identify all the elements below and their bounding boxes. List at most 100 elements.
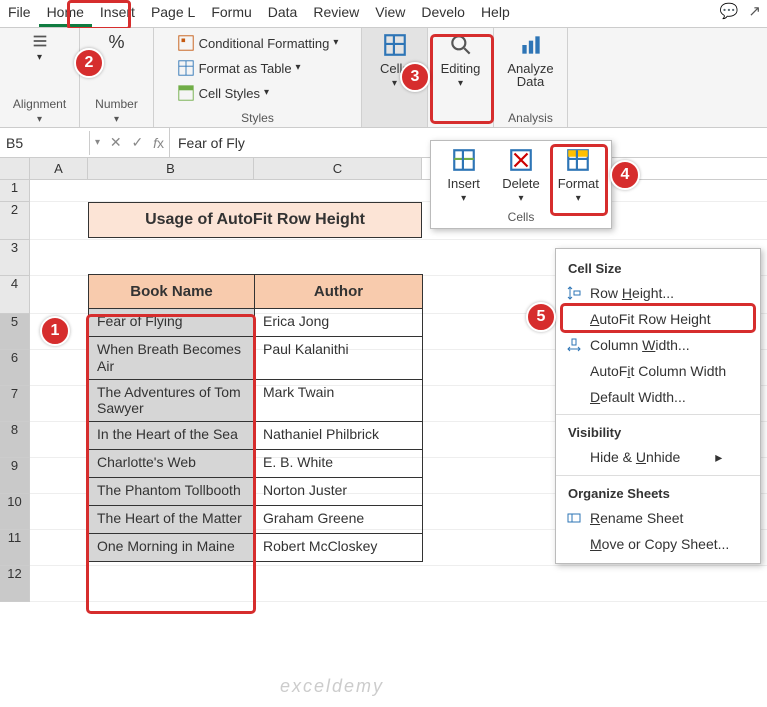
fat-icon <box>177 59 195 77</box>
percent-icon[interactable]: % <box>108 32 124 53</box>
table-title: Usage of AutoFit Row Height <box>88 202 422 238</box>
formula-bar: B5 ▾ ✕ ✓ fx Fear of Fly <box>0 128 767 158</box>
tab-file[interactable]: File <box>0 0 39 27</box>
header-book: Book Name <box>89 275 255 309</box>
cell-book[interactable]: The Phantom Tollbooth <box>89 478 255 506</box>
menu-hide-unhide[interactable]: Hide & Unhide ▸ <box>556 444 760 471</box>
cell-book[interactable]: In the Heart of the Sea <box>89 422 255 450</box>
find-icon <box>448 32 474 58</box>
share-icon[interactable]: ↗ <box>748 2 761 20</box>
delete-icon <box>508 147 534 173</box>
menu-move-copy[interactable]: Move or Copy Sheet... <box>556 531 760 557</box>
row-12[interactable]: 12 <box>0 566 30 602</box>
menu-rename-sheet[interactable]: Rename Sheet <box>556 505 760 531</box>
cs-icon <box>177 84 195 102</box>
cells-dropdown-panel: Insert▾ Delete▾ Format▾ Cells <box>430 140 612 229</box>
cell-book[interactable]: One Morning in Maine <box>89 534 255 562</box>
row-7[interactable]: 7 <box>0 386 30 422</box>
col-B[interactable]: B <box>88 158 254 179</box>
callout-4: 4 <box>610 160 640 190</box>
watermark: exceldemy <box>280 676 384 697</box>
analyze-icon <box>518 32 544 58</box>
cell-book[interactable]: The Adventures of Tom Sawyer <box>89 379 255 422</box>
row-10[interactable]: 10 <box>0 494 30 530</box>
menu-autofit-row-height[interactable]: AutoFit Row Height <box>556 306 760 332</box>
delete-cells-button[interactable]: Delete▾ <box>493 147 549 204</box>
conditional-formatting-button[interactable]: Conditional Formatting ▾ <box>173 32 343 54</box>
row-4[interactable]: 4 <box>0 276 30 314</box>
menu-default-width[interactable]: Default Width... <box>556 384 760 410</box>
insert-cells-button[interactable]: Insert▾ <box>436 147 492 204</box>
cancel-icon[interactable]: ✕ <box>110 134 122 151</box>
format-as-table-button[interactable]: Format as Table ▾ <box>173 57 343 79</box>
name-box[interactable]: B5 <box>0 131 90 155</box>
menu-autofit-column-width[interactable]: AutoFit Column Width <box>556 358 760 384</box>
tab-pagelayout[interactable]: Page L <box>143 0 203 27</box>
comments-icon[interactable]: 💬 <box>720 2 739 20</box>
analyze-data-button[interactable]: Analyze Data <box>502 32 560 88</box>
format-menu: Cell Size Row Height... AutoFit Row Heig… <box>555 248 761 564</box>
menu-row-height[interactable]: Row Height... <box>556 280 760 306</box>
callout-2: 2 <box>74 48 104 78</box>
row-6[interactable]: 6 <box>0 350 30 386</box>
cell-author[interactable]: Norton Juster <box>255 478 423 506</box>
group-styles-label: Styles <box>241 111 274 125</box>
cell-author[interactable]: E. B. White <box>255 450 423 478</box>
select-all-corner[interactable] <box>0 158 30 179</box>
menu-column-width[interactable]: Column Width... <box>556 332 760 358</box>
tab-home[interactable]: Home <box>39 0 92 27</box>
data-table: Book Name Author Fear of FlyingErica Jon… <box>88 274 423 562</box>
tab-formulas[interactable]: Formu <box>203 0 259 27</box>
row-9[interactable]: 9 <box>0 458 30 494</box>
callout-3: 3 <box>400 62 430 92</box>
formula-input[interactable]: Fear of Fly <box>170 131 253 155</box>
align-icon[interactable] <box>31 32 49 50</box>
tab-data[interactable]: Data <box>260 0 306 27</box>
ribbon-tabs: File Home Insert Page L Formu Data Revie… <box>0 0 767 28</box>
enter-icon[interactable]: ✓ <box>131 134 143 151</box>
row-height-icon <box>566 285 582 301</box>
editing-button[interactable]: Editing ▾ <box>432 32 490 89</box>
cell-author[interactable]: Erica Jong <box>255 309 423 337</box>
group-alignment-label: Alignment▾ <box>13 97 66 125</box>
col-width-icon <box>566 337 582 353</box>
row-5[interactable]: 5 <box>0 314 30 350</box>
cell-book[interactable]: The Heart of the Matter <box>89 506 255 534</box>
tab-insert[interactable]: Insert <box>92 0 143 27</box>
cells-panel-label: Cells <box>431 206 611 228</box>
tab-review[interactable]: Review <box>305 0 367 27</box>
format-icon <box>565 147 591 173</box>
callout-1: 1 <box>40 316 70 346</box>
cell-styles-button[interactable]: Cell Styles ▾ <box>173 82 343 104</box>
group-analysis-label: Analysis <box>508 111 553 125</box>
fx-icon[interactable]: fx <box>153 135 164 151</box>
cell-book[interactable]: Charlotte's Web <box>89 450 255 478</box>
cell-book[interactable]: When Breath Becomes Air <box>89 337 255 380</box>
row-3[interactable]: 3 <box>0 240 30 276</box>
tab-view[interactable]: View <box>367 0 413 27</box>
cell-author[interactable]: Nathaniel Philbrick <box>255 422 423 450</box>
row-2[interactable]: 2 <box>0 202 30 240</box>
group-number-label: Number▾ <box>95 97 138 125</box>
cell-author[interactable]: Robert McCloskey <box>255 534 423 562</box>
row-1[interactable]: 1 <box>0 180 30 202</box>
col-A[interactable]: A <box>30 158 88 179</box>
dropdown-icon[interactable]: ▾ <box>95 138 100 148</box>
cell-author[interactable]: Graham Greene <box>255 506 423 534</box>
row-11[interactable]: 11 <box>0 530 30 566</box>
format-cells-button[interactable]: Format▾ <box>550 147 606 204</box>
rename-icon <box>566 510 582 526</box>
tab-help[interactable]: Help <box>473 0 518 27</box>
menu-head-visibility: Visibility <box>556 419 760 444</box>
cf-icon <box>177 34 195 52</box>
col-C[interactable]: C <box>254 158 422 179</box>
menu-head-organize: Organize Sheets <box>556 480 760 505</box>
insert-icon <box>451 147 477 173</box>
cell-author[interactable]: Paul Kalanithi <box>255 337 423 380</box>
row-8[interactable]: 8 <box>0 422 30 458</box>
cell-book[interactable]: Fear of Flying <box>89 309 255 337</box>
header-author: Author <box>255 275 423 309</box>
tab-developer[interactable]: Develo <box>413 0 473 27</box>
cell-author[interactable]: Mark Twain <box>255 379 423 422</box>
cells-icon <box>382 32 408 58</box>
